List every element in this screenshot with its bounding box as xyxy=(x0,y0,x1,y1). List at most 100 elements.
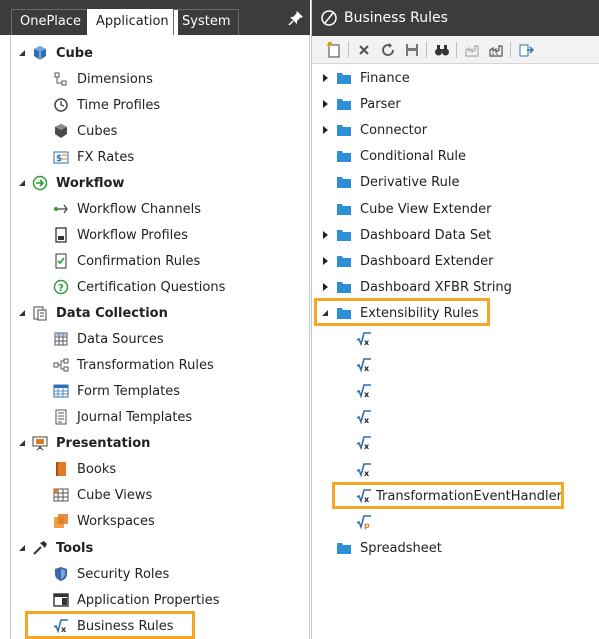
tree-item-application-properties[interactable]: Application Properties xyxy=(53,588,219,612)
tree-item-certification-questions[interactable]: ? Certification Questions xyxy=(53,275,225,299)
folder-icon xyxy=(336,227,352,243)
rule-folder-label: Connector xyxy=(360,122,428,138)
tree-category-cube[interactable]: Cube xyxy=(32,41,93,65)
collapse-arrow-icon[interactable] xyxy=(17,48,27,58)
tree-item-label: Certification Questions xyxy=(77,279,226,295)
rule-folder-label: Dashboard XFBR String xyxy=(360,279,512,295)
expand-arrow-icon[interactable] xyxy=(320,282,330,292)
rule-folder-dashboard-xfbr-string[interactable]: Dashboard XFBR String xyxy=(336,275,512,299)
rule-folder-label: Spreadsheet xyxy=(360,540,442,556)
folder-icon xyxy=(336,201,352,217)
extensibility-rule-item[interactable]: x xyxy=(356,379,380,403)
folder-icon xyxy=(336,70,352,86)
rule-folder-derivative-rule[interactable]: Derivative Rule xyxy=(336,170,459,194)
dimensions-icon xyxy=(53,71,69,87)
business-rules-title: Business Rules xyxy=(344,10,448,26)
new-rule-icon[interactable] xyxy=(326,42,342,58)
collapse-arrow-icon[interactable] xyxy=(17,438,27,448)
confirmation-rules-icon xyxy=(53,253,69,269)
tree-item-workspaces[interactable]: Workspaces xyxy=(53,509,155,533)
tree-item-label: Dimensions xyxy=(77,71,153,87)
expand-arrow-icon[interactable] xyxy=(320,230,330,240)
rule-folder-label: Parser xyxy=(360,96,401,112)
folder-icon xyxy=(336,148,352,164)
folder-icon xyxy=(336,253,352,269)
extensibility-rule-item[interactable]: x xyxy=(356,431,380,455)
tree-item-data-sources[interactable]: Data Sources xyxy=(53,327,164,351)
extensibility-rule-item[interactable]: x xyxy=(356,458,380,482)
tree-item-confirmation-rules[interactable]: Confirmation Rules xyxy=(53,249,200,273)
rule-folder-dashboard-data-set[interactable]: Dashboard Data Set xyxy=(336,223,491,247)
tree-item-fx-rates[interactable]: $ FX Rates xyxy=(53,145,134,169)
tree-category-workflow[interactable]: Workflow xyxy=(32,171,124,195)
extensibility-rule-item[interactable]: x xyxy=(356,327,380,351)
tree-item-label: Security Roles xyxy=(77,566,170,582)
parser-formula-icon: p xyxy=(356,514,372,530)
collapse-arrow-icon[interactable] xyxy=(17,543,27,553)
factory-icon[interactable] xyxy=(488,42,504,58)
tree-item-security-roles[interactable]: Security Roles xyxy=(53,562,169,586)
formula-icon: x xyxy=(356,331,372,347)
extensibility-rule-item[interactable]: x xyxy=(356,405,380,429)
formula-icon: x xyxy=(356,409,372,425)
tree-item-label: Confirmation Rules xyxy=(77,253,201,269)
rule-folder-label: Conditional Rule xyxy=(360,148,467,164)
formula-icon: x xyxy=(356,462,372,478)
cube-views-icon xyxy=(53,487,69,503)
extensibility-rule-item[interactable]: x xyxy=(356,353,380,377)
rule-folder-label: Dashboard Data Set xyxy=(360,227,492,243)
toolbar-separator xyxy=(426,42,427,58)
tree-item-cubes[interactable]: Cubes xyxy=(53,119,117,143)
expand-arrow-icon[interactable] xyxy=(320,99,330,109)
tab-application[interactable]: Application xyxy=(87,9,178,36)
tree-item-workflow-profiles[interactable]: Workflow Profiles xyxy=(53,223,188,247)
tree-item-form-templates[interactable]: Form Templates xyxy=(53,379,180,403)
tree-item-transformation-rules[interactable]: Transformation Rules xyxy=(53,353,214,377)
tree-category-label: Presentation xyxy=(56,435,151,451)
tree-item-label: Time Profiles xyxy=(77,97,161,113)
rule-folder-parser[interactable]: Parser xyxy=(336,92,401,116)
extensibility-parser-rule-item[interactable]: p xyxy=(356,510,380,534)
rule-folder-dashboard-extender[interactable]: Dashboard Extender xyxy=(336,249,494,273)
pin-icon[interactable] xyxy=(288,10,304,26)
collapse-arrow-icon[interactable] xyxy=(17,308,27,318)
tab-oneplace[interactable]: OnePlace xyxy=(11,9,91,35)
compile-icon[interactable] xyxy=(464,42,480,58)
svg-text:x: x xyxy=(364,338,370,347)
tree-item-cube-views[interactable]: Cube Views xyxy=(53,483,152,507)
save-icon[interactable] xyxy=(404,42,420,58)
rule-folder-spreadsheet[interactable]: Spreadsheet xyxy=(336,536,442,560)
tree-item-label: Journal Templates xyxy=(77,409,193,425)
toolbar-separator xyxy=(456,42,457,58)
workflow-channels-icon xyxy=(53,201,69,217)
rule-folder-conditional-rule[interactable]: Conditional Rule xyxy=(336,144,466,168)
expand-arrow-icon[interactable] xyxy=(320,256,330,266)
tree-category-data-collection[interactable]: Data Collection xyxy=(32,301,168,325)
tree-item-label: Cubes xyxy=(77,123,118,139)
tree-item-journal-templates[interactable]: Journal Templates xyxy=(53,405,192,429)
navigation-tab-bar: OnePlace Application System xyxy=(0,0,310,36)
formula-icon: x xyxy=(356,357,372,373)
export-icon[interactable] xyxy=(518,42,534,58)
rule-folder-cube-view-extender[interactable]: Cube View Extender xyxy=(336,197,492,221)
expand-arrow-icon[interactable] xyxy=(320,73,330,83)
tree-item-time-profiles[interactable]: Time Profiles xyxy=(53,93,160,117)
cube-icon xyxy=(53,123,69,139)
data-collection-icon xyxy=(32,305,48,321)
tree-item-workflow-channels[interactable]: Workflow Channels xyxy=(53,197,201,221)
expand-arrow-icon[interactable] xyxy=(320,125,330,135)
workflow-icon xyxy=(32,175,48,191)
tree-item-dimensions[interactable]: Dimensions xyxy=(53,67,153,91)
rule-folder-connector[interactable]: Connector xyxy=(336,118,427,142)
tab-system[interactable]: System xyxy=(173,9,240,35)
delete-icon[interactable] xyxy=(356,42,372,58)
tree-category-presentation[interactable]: Presentation xyxy=(32,431,150,455)
toolbar-separator xyxy=(510,42,511,58)
tree-category-tools[interactable]: Tools xyxy=(32,536,93,560)
hammer-icon xyxy=(32,540,48,556)
refresh-icon[interactable] xyxy=(380,42,396,58)
tree-item-books[interactable]: Books xyxy=(53,457,116,481)
binoculars-icon[interactable] xyxy=(434,42,450,58)
collapse-arrow-icon[interactable] xyxy=(17,178,27,188)
rule-folder-finance[interactable]: Finance xyxy=(336,66,410,90)
